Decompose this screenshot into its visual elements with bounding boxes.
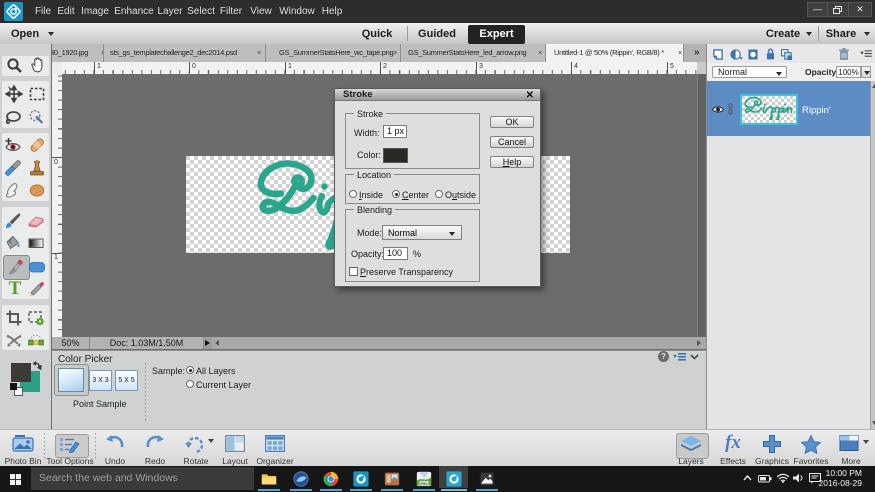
svg-text:Maps: Maps — [420, 481, 428, 485]
